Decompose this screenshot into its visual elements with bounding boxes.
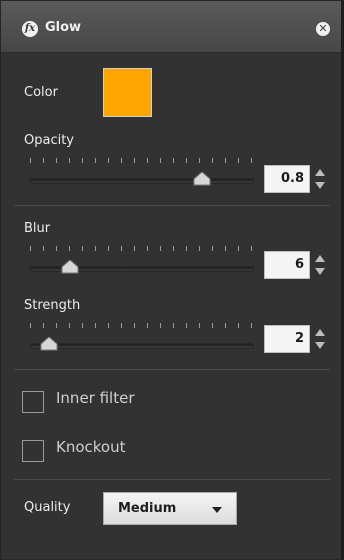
glow-filter-panel: fx Glow ✕ Color Opacity 0.8 Blur 6 Stren…	[0, 0, 344, 560]
spinner-arrows-icon[interactable]	[314, 325, 326, 353]
color-swatch[interactable]	[103, 68, 152, 117]
knockout-checkbox[interactable]	[22, 440, 44, 462]
divider	[14, 369, 330, 370]
quality-dropdown[interactable]: Medium	[103, 492, 237, 525]
blur-slider-thumb[interactable]	[61, 260, 79, 274]
quality-selected-value: Medium	[118, 501, 177, 516]
inner-filter-checkbox[interactable]	[22, 391, 44, 413]
quality-label: Quality	[24, 500, 71, 515]
panel-border	[0, 0, 344, 560]
spinner-arrows-icon[interactable]	[314, 165, 326, 193]
titlebar-highlight	[0, 0, 344, 1]
divider	[14, 479, 330, 480]
opacity-ticks	[30, 158, 260, 166]
color-label: Color	[24, 85, 58, 100]
strength-ticks	[30, 323, 260, 331]
close-icon[interactable]: ✕	[316, 22, 330, 36]
divider	[14, 205, 330, 206]
spinner-arrows-icon[interactable]	[314, 251, 326, 279]
blur-ticks	[30, 246, 260, 254]
fx-icon: fx	[22, 21, 38, 37]
blur-input[interactable]: 6	[264, 251, 310, 279]
opacity-label: Opacity	[24, 133, 75, 148]
strength-label: Strength	[24, 298, 81, 313]
panel-title: Glow	[45, 20, 82, 35]
strength-input[interactable]: 2	[264, 325, 310, 353]
opacity-input[interactable]: 0.8	[264, 165, 310, 193]
inner-filter-label[interactable]: Inner filter	[56, 389, 135, 407]
strength-slider-thumb[interactable]	[40, 337, 58, 351]
panel-titlebar: fx Glow ✕	[0, 0, 344, 53]
knockout-label[interactable]: Knockout	[56, 438, 126, 456]
blur-label: Blur	[24, 221, 51, 236]
opacity-slider-thumb[interactable]	[193, 172, 211, 186]
chevron-down-icon	[212, 507, 222, 513]
opacity-slider-track[interactable]	[30, 178, 254, 184]
strength-slider-track[interactable]	[30, 343, 254, 349]
